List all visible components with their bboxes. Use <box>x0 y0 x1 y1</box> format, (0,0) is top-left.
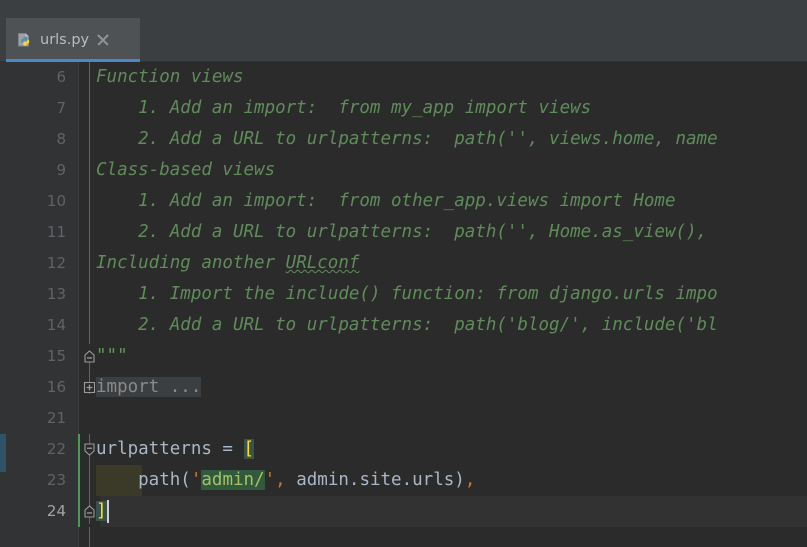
code-line-23: path('admin/', admin.site.urls), <box>96 465 475 496</box>
code-token-trailing-comma: , <box>464 470 476 490</box>
code-token-admin-site-urls: admin.site.urls) <box>285 470 465 490</box>
code-text-area[interactable]: Function views 1. Add an import: from my… <box>96 62 807 547</box>
fold-connector-line <box>89 527 90 547</box>
fold-end-marker-line-15[interactable] <box>82 349 97 364</box>
line-number: 23 <box>46 471 66 489</box>
python-file-icon <box>16 32 33 49</box>
code-token-urlpatterns-assign: urlpatterns = <box>96 439 244 459</box>
fold-connector-line <box>89 62 90 344</box>
line-number: 13 <box>46 285 66 303</box>
window-top-strip <box>0 0 807 18</box>
line-number: 14 <box>46 316 66 334</box>
text-caret <box>107 500 109 523</box>
line-number: 15 <box>46 347 66 365</box>
code-token-quote-close: ' <box>264 470 276 490</box>
line-number-gutter[interactable]: 6 7 8 9 10 11 12 13 14 15 16 21 22 23 24 <box>8 62 78 547</box>
code-line-7: 1. Add an import: from my_app import vie… <box>96 98 592 118</box>
matching-bracket-open: [ <box>243 439 255 459</box>
fold-end-marker-line-24[interactable] <box>82 504 97 519</box>
code-token-quote-open: ' <box>190 470 202 490</box>
code-line-15: """ <box>96 346 128 366</box>
editor-tab-label: urls.py <box>40 32 90 48</box>
editor-tab-urls-py[interactable]: urls.py <box>6 18 140 62</box>
code-token-comma: , <box>275 470 286 490</box>
code-line-6: Function views <box>96 67 244 87</box>
line-number: 6 <box>56 68 66 86</box>
line-number: 8 <box>56 130 66 148</box>
typo-word-urlconf: URLconf <box>285 253 360 273</box>
folded-import-region[interactable]: import ... <box>96 377 202 397</box>
vcs-annotation-mark <box>0 434 6 472</box>
pycharm-editor-window: urls.py 6 7 8 9 10 11 12 13 14 15 16 21 … <box>0 0 807 547</box>
line-number: 12 <box>46 254 66 272</box>
code-line-12-text: Including another <box>96 253 286 273</box>
matching-bracket-close: ] <box>96 501 107 521</box>
code-line-16[interactable]: import ... <box>96 372 202 403</box>
line-number: 21 <box>46 409 66 427</box>
line-number: 22 <box>46 440 66 458</box>
line-number-current: 24 <box>46 502 66 520</box>
line-number: 11 <box>46 223 66 241</box>
fold-start-marker-line-22[interactable] <box>82 442 97 457</box>
code-line-8: 2. Add a URL to urlpatterns: path('', vi… <box>96 129 718 149</box>
code-line-9: Class-based views <box>96 160 276 180</box>
code-line-24: ] <box>96 496 107 527</box>
highlighted-string-admin-path: admin/ <box>201 470 265 490</box>
code-line-11: 2. Add a URL to urlpatterns: path('', Ho… <box>96 222 708 242</box>
code-line-22: urlpatterns = [ <box>96 434 255 465</box>
code-line-14: 2. Add a URL to urlpatterns: path('blog/… <box>96 315 718 335</box>
code-line-13: 1. Import the include() function: from d… <box>96 284 718 304</box>
close-icon[interactable] <box>96 33 110 47</box>
line-number: 9 <box>56 161 66 179</box>
code-line-12: Including another URLconf <box>96 248 359 279</box>
line-number: 16 <box>46 378 66 396</box>
expand-marker-line-16[interactable] <box>82 380 97 395</box>
editor-annotation-strip[interactable] <box>0 62 8 547</box>
line-number: 10 <box>46 192 66 210</box>
code-token-path-call: path( <box>96 470 191 490</box>
code-line-10: 1. Add an import: from other_app.views i… <box>96 191 676 211</box>
editor-tab-bar: urls.py <box>0 18 807 62</box>
code-editor[interactable]: 6 7 8 9 10 11 12 13 14 15 16 21 22 23 24 <box>0 62 807 547</box>
line-number: 7 <box>56 99 66 117</box>
